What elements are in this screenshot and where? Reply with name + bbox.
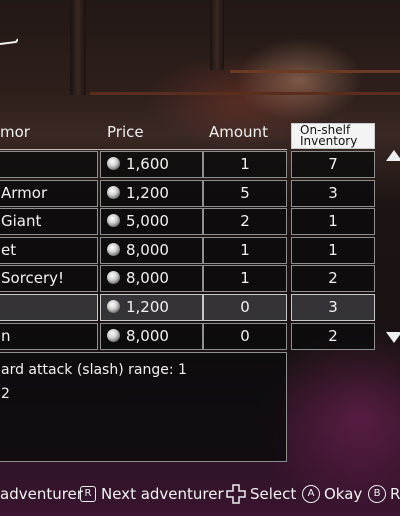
inventory-cell: 3 <box>291 180 375 207</box>
back-arrow-icon <box>0 38 18 45</box>
table-row[interactable]: Sorcery! 8,000 1 <box>0 265 287 292</box>
item-amount: 5 <box>203 180 287 207</box>
arrow-up-icon[interactable] <box>386 150 400 161</box>
inventory-cell: 2 <box>291 323 375 350</box>
next-adventurer-label[interactable]: Next adventurer <box>101 481 224 507</box>
inventory-cell: 3 <box>291 294 375 321</box>
price-value: 8,000 <box>126 241 169 259</box>
select-label[interactable]: Select <box>250 481 296 507</box>
item-column-header: mor <box>0 123 30 141</box>
table-row[interactable]: 1,600 1 <box>0 151 287 178</box>
inventory-column-header: On-shelf Inventory <box>291 123 375 149</box>
amount-column-header: Amount <box>209 123 268 141</box>
table-row[interactable]: et 8,000 1 <box>0 237 287 264</box>
inventory-cell: 2 <box>291 265 375 292</box>
arrow-down-icon[interactable] <box>386 332 400 343</box>
table-row[interactable]: Armor 1,200 5 <box>0 180 287 207</box>
price-value: 8,000 <box>126 269 169 287</box>
okay-label[interactable]: Okay <box>324 481 362 507</box>
item-amount: 0 <box>203 323 287 350</box>
item-amount: 1 <box>203 237 287 264</box>
price-value: 5,000 <box>126 212 169 230</box>
price-value: 1,200 <box>126 184 169 202</box>
item-price: 5,000 <box>100 208 203 235</box>
table-row[interactable]: Giant 5,000 2 <box>0 208 287 235</box>
coin-icon <box>107 271 120 284</box>
inventory-cell: 7 <box>291 151 375 178</box>
coin-icon <box>107 186 120 199</box>
description-line: 2 <box>1 386 10 402</box>
price-value: 1,200 <box>126 298 169 316</box>
coin-icon <box>107 300 120 313</box>
item-amount: 1 <box>203 265 287 292</box>
item-price: 8,000 <box>100 237 203 264</box>
inventory-cell: 1 <box>291 208 375 235</box>
prev-adventurer-label[interactable]: adventurer <box>0 481 83 507</box>
item-name: n <box>0 323 98 350</box>
coin-icon <box>107 214 120 227</box>
item-amount: 0 <box>203 294 287 321</box>
item-price: 1,200 <box>100 180 203 207</box>
item-name <box>0 294 98 321</box>
description-line: ard attack (slash) range: 1 <box>1 362 187 378</box>
price-column-header: Price <box>107 123 144 141</box>
item-description-panel: ard attack (slash) range: 1 2 <box>0 352 287 462</box>
item-price: 8,000 <box>100 265 203 292</box>
inventory-cell: 1 <box>291 237 375 264</box>
a-button-icon: A <box>302 485 320 503</box>
coin-icon <box>107 329 120 342</box>
price-value: 8,000 <box>126 327 169 345</box>
controls-footer: adventurer R Next adventurer Select A Ok… <box>0 481 400 507</box>
item-price: 1,200 <box>100 294 203 321</box>
table-row[interactable]: 1,200 0 <box>0 294 287 321</box>
header-divider <box>0 149 287 150</box>
item-name: Giant <box>0 208 98 235</box>
item-amount: 1 <box>203 151 287 178</box>
back-label[interactable]: R <box>390 481 400 507</box>
table-row[interactable]: n 8,000 0 <box>0 323 287 350</box>
shelf-edge <box>230 70 400 73</box>
item-price: 1,600 <box>100 151 203 178</box>
b-button-icon: B <box>368 485 386 503</box>
item-price: 8,000 <box>100 323 203 350</box>
item-name <box>0 151 98 178</box>
wooden-beam <box>210 0 224 70</box>
item-amount: 2 <box>203 208 287 235</box>
wooden-beam <box>70 0 86 95</box>
coin-icon <box>107 243 120 256</box>
r-button-icon: R <box>80 486 96 502</box>
dpad-icon <box>226 484 246 504</box>
item-name: Sorcery! <box>0 265 98 292</box>
coin-icon <box>107 157 120 170</box>
price-value: 1,600 <box>126 155 169 173</box>
item-name: Armor <box>0 180 98 207</box>
item-name: et <box>0 237 98 264</box>
shelf-edge <box>90 92 400 95</box>
inventory-header-line2: Inventory <box>300 134 358 148</box>
